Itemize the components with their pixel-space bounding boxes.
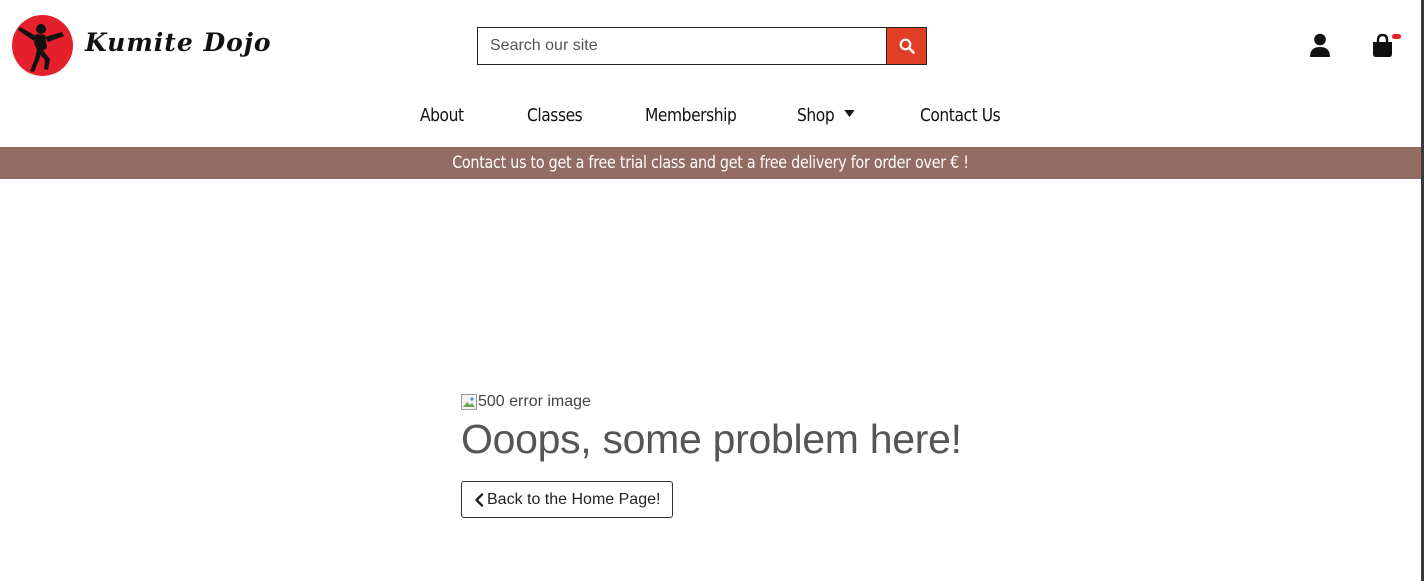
search-button[interactable] bbox=[886, 27, 927, 65]
back-home-button[interactable]: Back to the Home Page! bbox=[461, 481, 674, 518]
promo-banner: Contact us to get a free trial class and… bbox=[0, 147, 1421, 179]
error-image: 500 error image bbox=[461, 393, 591, 411]
brand-logo[interactable]: Kumite Dojo bbox=[12, 15, 272, 76]
brand-name: Kumite Dojo bbox=[85, 28, 272, 57]
page: Kumite Dojo About bbox=[0, 0, 1424, 581]
nav-item-classes[interactable]: Classes bbox=[527, 100, 583, 132]
back-home-label: Back to the Home Page! bbox=[487, 490, 661, 508]
user-icon bbox=[1310, 33, 1330, 57]
nav-item-shop[interactable]: Shop bbox=[797, 100, 855, 132]
nav-item-contact-us[interactable]: Contact Us bbox=[920, 100, 1001, 132]
promo-banner-text: Contact us to get a free trial class and… bbox=[452, 153, 969, 173]
search-form bbox=[477, 27, 927, 65]
cart-count-badge bbox=[1392, 34, 1401, 39]
karate-kick-logo-icon bbox=[12, 15, 73, 76]
broken-image-icon bbox=[461, 394, 477, 410]
error-title: Ooops, some problem here! bbox=[461, 416, 962, 462]
nav-item-about[interactable]: About bbox=[420, 100, 464, 132]
main-nav: About Classes Membership Shop Contact Us bbox=[0, 100, 1421, 132]
caret-down-icon bbox=[844, 110, 855, 117]
site-header: Kumite Dojo bbox=[0, 0, 1421, 90]
search-icon bbox=[899, 38, 915, 54]
nav-item-shop-label: Shop bbox=[797, 105, 835, 126]
search-input[interactable] bbox=[477, 27, 886, 65]
chevron-left-icon bbox=[475, 492, 484, 507]
nav-item-membership[interactable]: Membership bbox=[645, 100, 737, 132]
error-image-alt-text: 500 error image bbox=[478, 393, 591, 410]
